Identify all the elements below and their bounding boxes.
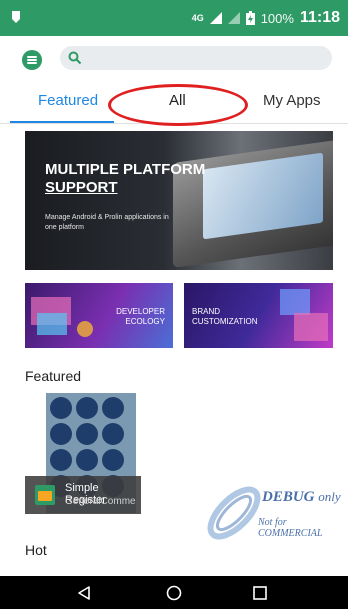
register-app-icon (35, 485, 55, 505)
promo-brand-line1: BRAND (192, 307, 221, 316)
search-input[interactable] (60, 46, 332, 70)
promo-brand-line2: CUSTOMIZATION (192, 317, 258, 326)
promo-developer-line2: ECOLOGY (125, 317, 165, 326)
promo-developer-text: DEVELOPER ECOLOGY (116, 307, 165, 327)
section-title-featured: Featured (25, 368, 82, 384)
no-wifi-icon (227, 12, 240, 24)
promo-developer-ecology[interactable]: DEVELOPER ECOLOGY (25, 283, 173, 348)
featured-app-info[interactable]: Simple Register GeneralComme (25, 476, 141, 514)
menu-button[interactable] (22, 50, 42, 70)
annotation-highlight (108, 84, 248, 126)
notification-icon (12, 11, 20, 23)
banner-title: MULTIPLE PLATFORM SUPPORT (45, 161, 205, 197)
debug-logo-icon (207, 486, 261, 540)
debug-note: Not for COMMERCIAL (258, 517, 323, 539)
menu-icon (27, 55, 37, 65)
debug-only-word: only (318, 489, 341, 504)
debug-word: DEBUG (262, 489, 315, 505)
recents-icon (253, 585, 267, 600)
banner-subtitle: Manage Android & Prolin applications in … (45, 214, 169, 231)
signal-icon (209, 12, 222, 24)
network-label: 4G (191, 13, 204, 23)
promo-brand-customization[interactable]: BRAND CUSTOMIZATION (184, 283, 333, 348)
status-bar: 4G 100% 11:18 (0, 0, 348, 36)
hero-banner[interactable]: MULTIPLE PLATFORM SUPPORT Manage Android… (25, 131, 333, 270)
tab-featured[interactable]: Featured (38, 92, 98, 109)
battery-percent: 100% (260, 10, 294, 26)
developer-illustration (31, 297, 93, 337)
debug-label: DEBUG only (262, 489, 341, 506)
search-icon (68, 51, 82, 65)
back-button[interactable] (64, 576, 104, 609)
promo-brand-text: BRAND CUSTOMIZATION (192, 307, 257, 327)
recents-button[interactable] (240, 576, 280, 609)
banner-title-line1: MULTIPLE PLATFORM (45, 161, 206, 178)
home-button[interactable] (154, 576, 194, 609)
home-icon (166, 585, 182, 600)
debug-watermark: DEBUG only Not for COMMERCIAL (196, 477, 348, 551)
section-title-hot: Hot (25, 542, 47, 558)
app-developer: GeneralComme (65, 496, 136, 507)
tab-my-apps[interactable]: My Apps (263, 92, 321, 109)
clock: 11:18 (299, 9, 340, 26)
promo-developer-line1: DEVELOPER (116, 307, 165, 316)
banner-title-line2: SUPPORT (45, 179, 118, 196)
system-nav-bar (0, 576, 348, 609)
battery-icon (245, 11, 255, 25)
back-icon (78, 585, 90, 600)
